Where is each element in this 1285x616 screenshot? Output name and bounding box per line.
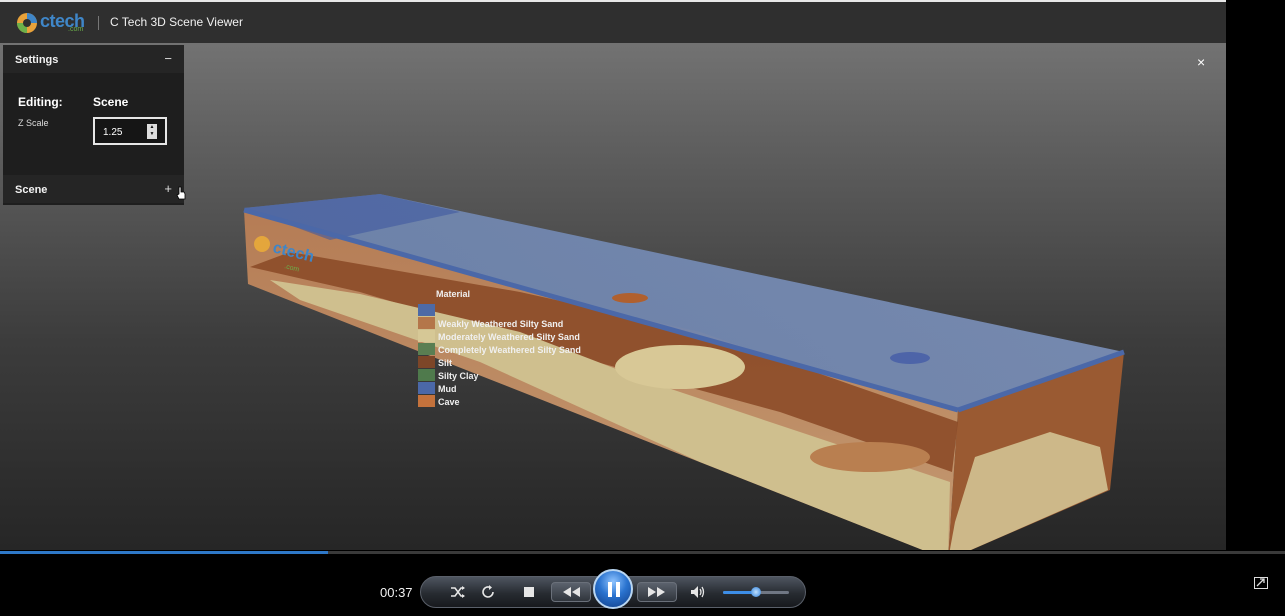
rewind-button[interactable] bbox=[551, 582, 591, 602]
z-scale-label: Z Scale bbox=[18, 118, 49, 128]
model-sand-lens bbox=[615, 345, 745, 389]
settings-title: Settings bbox=[15, 54, 59, 66]
fullscreen-button[interactable] bbox=[1254, 577, 1268, 589]
pause-icon-bar bbox=[616, 582, 620, 597]
legend-label: Silt bbox=[438, 358, 452, 368]
legend-label: Completely Weathered Silty Sand bbox=[438, 345, 581, 355]
elapsed-time: 00:37 bbox=[380, 585, 413, 600]
legend-swatch bbox=[418, 395, 435, 407]
legend-label: Moderately Weathered Silty Sand bbox=[438, 332, 580, 342]
settings-header[interactable]: Settings − bbox=[3, 45, 184, 73]
editing-label: Editing: bbox=[18, 95, 63, 109]
ctech-logo[interactable]: ctech .com bbox=[16, 11, 86, 35]
legend-label: Mud bbox=[438, 384, 457, 394]
rewind-icon bbox=[563, 587, 580, 597]
legend-swatch bbox=[418, 356, 435, 368]
stop-icon bbox=[524, 587, 534, 597]
hand-cursor-icon bbox=[176, 186, 186, 200]
z-scale-stepper[interactable]: ▲ ▼ bbox=[93, 117, 167, 145]
legend-swatch bbox=[418, 343, 435, 355]
shuffle-icon bbox=[451, 586, 465, 598]
pause-button[interactable] bbox=[593, 569, 633, 609]
spin-down-icon[interactable]: ▼ bbox=[147, 131, 157, 138]
model-surface-patch bbox=[612, 293, 648, 303]
model-clay-lens bbox=[810, 442, 930, 472]
repeat-button[interactable] bbox=[473, 577, 503, 607]
shuffle-button[interactable] bbox=[443, 577, 473, 607]
z-scale-spinner[interactable]: ▲ ▼ bbox=[147, 124, 157, 139]
close-viewer-button[interactable]: × bbox=[1197, 54, 1205, 70]
legend-label: Silty Clay bbox=[438, 371, 479, 381]
scene-title: Scene bbox=[15, 184, 48, 196]
volume-slider[interactable] bbox=[723, 587, 789, 597]
app-header: ctech .com C Tech 3D Scene Viewer bbox=[0, 2, 1226, 43]
pause-icon bbox=[608, 582, 612, 597]
editing-value: Scene bbox=[93, 95, 129, 109]
legend-title: Material bbox=[436, 289, 470, 299]
seek-bar[interactable] bbox=[0, 551, 1285, 554]
expand-icon bbox=[1256, 578, 1265, 587]
globe-icon bbox=[17, 13, 37, 33]
volume-knob[interactable] bbox=[751, 587, 761, 597]
scene-header[interactable]: Scene + bbox=[3, 175, 184, 203]
header-divider bbox=[98, 16, 99, 30]
model-surface-pond bbox=[890, 352, 930, 364]
z-scale-input[interactable] bbox=[101, 123, 149, 141]
mute-button[interactable] bbox=[683, 577, 713, 607]
model-logo-icon bbox=[254, 236, 270, 252]
logo-subtext: .com bbox=[68, 26, 84, 33]
stop-button[interactable] bbox=[514, 577, 544, 607]
legend-swatch bbox=[418, 330, 435, 342]
app-title: C Tech 3D Scene Viewer bbox=[110, 15, 243, 29]
legend-swatch bbox=[418, 369, 435, 381]
fast-forward-icon bbox=[648, 587, 665, 597]
viewer-app: ctech .com Material Weakly Weathered Sil… bbox=[0, 2, 1226, 550]
settings-collapse-button[interactable]: − bbox=[164, 51, 172, 66]
repeat-icon bbox=[482, 585, 494, 598]
legend-swatch bbox=[418, 382, 435, 394]
seek-bar-progress bbox=[0, 551, 328, 554]
legend-swatch bbox=[418, 304, 435, 316]
legend-label: Weakly Weathered Silty Sand bbox=[438, 319, 563, 329]
legend-label: Cave bbox=[438, 397, 460, 407]
scene-expand-button[interactable]: + bbox=[164, 181, 172, 196]
legend-swatch bbox=[418, 317, 435, 329]
fast-forward-button[interactable] bbox=[637, 582, 677, 602]
settings-panel: Settings − Editing: Scene Z Scale ▲ ▼ Sc… bbox=[3, 45, 184, 205]
spin-up-icon[interactable]: ▲ bbox=[147, 124, 157, 131]
speaker-icon bbox=[691, 586, 705, 598]
